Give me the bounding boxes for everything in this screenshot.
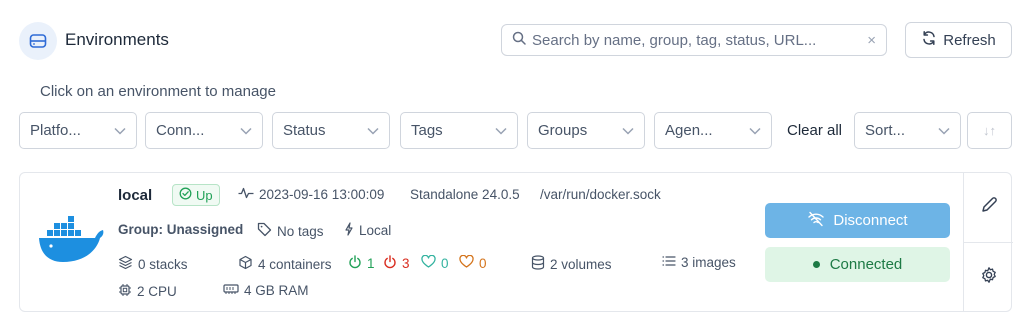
database-icon [531, 255, 545, 273]
server-icon [19, 22, 57, 60]
healthy-count: 0 [421, 254, 449, 271]
power-icon [348, 255, 362, 272]
cpu-count: 2 CPU [118, 283, 177, 300]
filter-connection[interactable]: Conn... [145, 112, 263, 149]
containers-text: 4 containers [258, 256, 332, 272]
search-input[interactable] [532, 31, 860, 49]
containers-count: 4 containers [238, 255, 332, 273]
search-box[interactable]: × [501, 24, 887, 56]
timestamp-text: 2023-09-16 13:00:09 [259, 187, 385, 202]
edit-button[interactable] [976, 194, 1002, 220]
chevron-down-icon [622, 127, 634, 135]
environment-group: Group: Unassigned [118, 222, 244, 237]
chevron-down-icon [114, 127, 126, 135]
environment-name: local [118, 187, 153, 204]
memory-icon [223, 283, 239, 298]
filter-platform[interactable]: Platfo... [19, 112, 137, 149]
connection-status-text: Connected [829, 256, 903, 273]
chevron-down-icon [749, 127, 761, 135]
clear-search-icon[interactable]: × [867, 32, 876, 49]
stacks-count: 0 stacks [118, 255, 188, 273]
environment-type: Standalone 24.0.5 [410, 187, 520, 202]
unhealthy-count: 0 [459, 254, 487, 271]
heartbeat-timestamp: 2023-09-16 13:00:09 [238, 187, 384, 202]
heart-icon [421, 254, 436, 271]
images-count: 3 images [662, 255, 736, 270]
chevron-down-icon [938, 127, 950, 135]
disconnect-button[interactable]: Disconnect [765, 203, 950, 238]
docker-logo-icon [37, 216, 105, 271]
bolt-icon [344, 222, 354, 239]
gear-icon [980, 266, 998, 289]
pencil-icon [980, 196, 998, 219]
stacks-text: 0 stacks [138, 256, 188, 272]
running-count: 1 [348, 255, 375, 272]
chevron-down-icon [240, 127, 252, 135]
filter-tags[interactable]: Tags [400, 112, 518, 149]
filter-label: Tags [411, 122, 443, 139]
status-badge: Up [172, 184, 220, 206]
filter-groups[interactable]: Groups [527, 112, 645, 149]
refresh-icon [921, 30, 937, 50]
ram-amount: 4 GB RAM [223, 283, 309, 298]
environment-tags: No tags [257, 222, 324, 240]
wifi-off-icon [807, 211, 825, 231]
filter-label: Platfo... [30, 122, 81, 139]
status-badge-label: Up [196, 187, 213, 203]
heartbeat-icon [238, 187, 254, 202]
cube-icon [238, 255, 253, 273]
tag-icon [257, 222, 272, 240]
refresh-button[interactable]: Refresh [905, 22, 1012, 58]
chevron-down-icon [495, 127, 507, 135]
disconnect-label: Disconnect [833, 212, 908, 229]
healthy-text: 0 [441, 255, 449, 271]
filter-label: Agen... [665, 122, 713, 139]
connection-status-badge: Connected [765, 247, 950, 282]
chevron-down-icon [367, 127, 379, 135]
running-text: 1 [367, 256, 375, 271]
status-dot-icon [812, 261, 820, 268]
heart-icon [459, 254, 474, 271]
cpu-text: 2 CPU [137, 284, 177, 299]
volumes-count: 2 volumes [531, 255, 612, 273]
settings-button[interactable] [976, 264, 1002, 290]
list-icon [662, 255, 676, 270]
search-icon [512, 31, 526, 50]
location-text: Local [359, 223, 392, 238]
volumes-text: 2 volumes [550, 256, 612, 272]
clear-all-button[interactable]: Clear all [787, 122, 842, 139]
sort-label: Sort... [865, 122, 906, 139]
sort-order-button[interactable]: ↓↑ [967, 112, 1012, 149]
stopped-text: 3 [402, 256, 410, 271]
refresh-label: Refresh [943, 31, 996, 49]
stopped-count: 3 [383, 255, 410, 272]
environments-panel: Environments × Refresh Click on an envir… [0, 0, 1024, 318]
environment-url: /var/run/docker.sock [540, 187, 661, 202]
power-off-icon [383, 255, 397, 272]
environment-location: Local [344, 222, 391, 239]
tags-text: No tags [277, 223, 324, 239]
images-text: 3 images [681, 255, 736, 270]
filter-status[interactable]: Status [272, 112, 390, 149]
cpu-icon [118, 283, 132, 300]
filter-agent[interactable]: Agen... [654, 112, 772, 149]
card-actions [963, 172, 1013, 312]
check-circle-icon [179, 187, 192, 203]
sort-order-icon: ↓↑ [983, 123, 996, 138]
filter-label: Groups [538, 122, 588, 139]
filter-label: Status [283, 122, 326, 139]
divider [964, 242, 1013, 243]
layers-icon [118, 255, 133, 273]
ram-text: 4 GB RAM [244, 283, 309, 298]
filter-label: Conn... [156, 122, 205, 139]
page-title: Environments [65, 30, 169, 49]
hint-text: Click on an environment to manage [40, 83, 276, 100]
sort-select[interactable]: Sort... [854, 112, 961, 149]
unhealthy-text: 0 [479, 255, 487, 271]
